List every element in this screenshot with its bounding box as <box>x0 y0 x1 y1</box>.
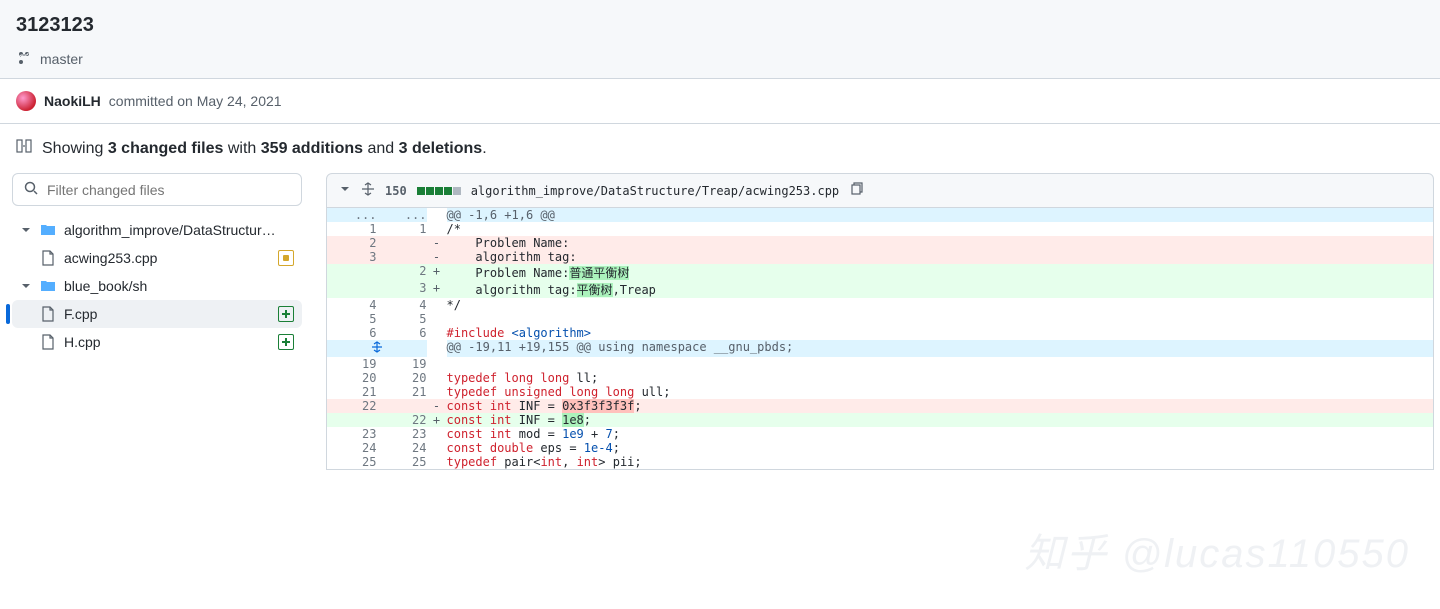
file-icon <box>40 334 56 350</box>
tree-file[interactable]: acwing253.cpp <box>12 244 302 272</box>
file-label: acwing253.cpp <box>64 250 157 266</box>
file-tree-sidebar: algorithm_improve/DataStructur… acwing25… <box>6 173 302 470</box>
file-label: H.cpp <box>64 334 101 350</box>
diff-table: ......@@ -1,6 +1,6 @@ 11/* 2- Problem Na… <box>326 208 1434 470</box>
filter-box[interactable] <box>12 173 302 206</box>
diff-line: 44*/ <box>327 298 1434 312</box>
added-badge-icon <box>278 334 294 350</box>
file-path[interactable]: algorithm_improve/DataStructure/Treap/ac… <box>471 184 839 198</box>
diff-line-deleted: 2- Problem Name: <box>327 236 1434 250</box>
file-icon <box>40 250 56 266</box>
diff-area: 150 algorithm_improve/DataStructure/Trea… <box>326 173 1434 470</box>
chevron-down-icon <box>20 224 32 236</box>
hunk-header: ......@@ -1,6 +1,6 @@ <box>327 208 1434 222</box>
expand-diff-icon[interactable] <box>16 138 32 159</box>
file-label: F.cpp <box>64 306 97 322</box>
diff-line: 1919 <box>327 357 1434 371</box>
commit-title: 3123123 <box>16 8 1424 43</box>
diff-line: 2323const int mod = 1e9 + 7; <box>327 427 1434 441</box>
added-badge-icon <box>278 306 294 322</box>
filter-input[interactable] <box>47 182 291 198</box>
diff-line: 11/* <box>327 222 1434 236</box>
commit-meta: NaokiLH committed on May 24, 2021 <box>0 79 1440 124</box>
search-icon <box>23 180 39 199</box>
tree-folder[interactable]: blue_book/sh <box>12 272 302 300</box>
diff-line: 2121typedef unsigned long long ull; <box>327 385 1434 399</box>
commit-time: committed on May 24, 2021 <box>109 93 282 109</box>
avatar[interactable] <box>16 91 36 111</box>
file-icon <box>40 306 56 322</box>
file-header: 150 algorithm_improve/DataStructure/Trea… <box>326 173 1434 208</box>
diff-line: 2020typedef long long ll; <box>327 371 1434 385</box>
modified-badge-icon <box>278 250 294 266</box>
copy-icon[interactable] <box>849 182 863 199</box>
branch-name[interactable]: master <box>40 51 83 67</box>
diff-line-added: 3+ algorithm tag:平衡树,Treap <box>327 281 1434 298</box>
tree-folder[interactable]: algorithm_improve/DataStructur… <box>12 216 302 244</box>
diffstat <box>417 187 461 195</box>
folder-icon <box>40 278 56 294</box>
line-count: 150 <box>385 184 407 198</box>
chevron-down-icon <box>20 280 32 292</box>
branch-icon <box>16 49 32 68</box>
diff-line-deleted: 3- algorithm tag: <box>327 250 1434 264</box>
diff-line: 55 <box>327 312 1434 326</box>
folder-icon <box>40 222 56 238</box>
tree-file[interactable]: H.cpp <box>12 328 302 356</box>
expand-icon[interactable] <box>361 182 375 199</box>
tree-file[interactable]: F.cpp <box>12 300 302 328</box>
chevron-down-icon[interactable] <box>339 183 351 198</box>
watermark: 知乎 @lucas110550 <box>1024 521 1410 579</box>
commit-header: 3123123 master <box>0 0 1440 79</box>
folder-label: algorithm_improve/DataStructur… <box>64 222 276 238</box>
diff-line: 2424const double eps = 1e-4; <box>327 441 1434 455</box>
diff-line-added: 22+const int INF = 1e8; <box>327 413 1434 427</box>
diff-summary: Showing 3 changed files with 359 additio… <box>0 124 1440 173</box>
diff-line-deleted: 22-const int INF = 0x3f3f3f3f; <box>327 399 1434 413</box>
author-link[interactable]: NaokiLH <box>44 93 101 109</box>
summary-text: Showing 3 changed files with 359 additio… <box>42 140 487 158</box>
branch-row: master <box>16 43 1424 78</box>
diff-line: 66#include <algorithm> <box>327 326 1434 340</box>
diff-line: 2525typedef pair<int, int> pii; <box>327 455 1434 470</box>
hunk-header[interactable]: @@ -19,11 +19,155 @@ using namespace __g… <box>327 340 1434 357</box>
folder-label: blue_book/sh <box>64 278 147 294</box>
diff-line-added: 2+ Problem Name:普通平衡树 <box>327 264 1434 281</box>
